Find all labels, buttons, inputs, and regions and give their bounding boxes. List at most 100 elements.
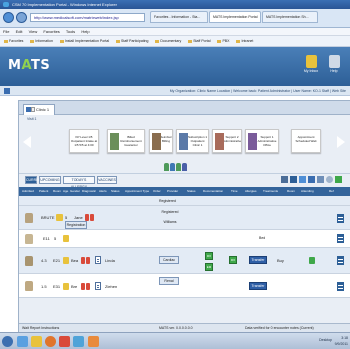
- ie-icon[interactable]: [17, 336, 28, 347]
- help-icon: [328, 55, 340, 68]
- schedule-card[interactable]: Support 1 Administrative Office: [245, 129, 279, 153]
- column-header[interactable]: Diagnostic: [82, 187, 96, 196]
- column-header[interactable]: Ref: [329, 187, 334, 196]
- tab-clinic[interactable]: Clinic 1: [23, 104, 55, 115]
- help-icon[interactable]: [326, 176, 333, 183]
- favorite-link[interactable]: Staff Participating: [116, 36, 148, 46]
- column-header[interactable]: Documentation: [203, 187, 223, 196]
- table-row[interactable]: 1.5 E31 Bre Ziehen Renal Transfer: [19, 274, 350, 298]
- menu-help[interactable]: Help: [81, 29, 89, 34]
- menu-favorites[interactable]: Favorites: [43, 29, 59, 34]
- column-header[interactable]: Admitted: [22, 187, 34, 196]
- tab-vaccines[interactable]: VACCINES: [97, 176, 117, 184]
- favorite-link[interactable]: Documentary: [155, 36, 181, 46]
- app-icon[interactable]: [59, 336, 70, 347]
- column-header[interactable]: Room: [287, 187, 295, 196]
- column-header[interactable]: Gender: [70, 187, 80, 196]
- em-badge[interactable]: EM: [205, 263, 213, 271]
- back-button[interactable]: [3, 12, 14, 23]
- column-header[interactable]: Age: [63, 187, 68, 196]
- inbox-button[interactable]: My Inbox: [302, 55, 320, 77]
- documents-icon[interactable]: [337, 234, 344, 243]
- table-row[interactable]: 4.3 E21 Bea Linda Cardiac RX EM RX Trans…: [19, 248, 350, 274]
- column-header[interactable]: Patient: [39, 187, 48, 196]
- table-row[interactable]: BRUTE 5 Jane Registration Registered Wil…: [19, 206, 350, 230]
- documents-icon[interactable]: [337, 282, 344, 291]
- transfer-button[interactable]: Transfer: [249, 256, 267, 264]
- column-header[interactable]: Appointment Type: [125, 187, 149, 196]
- system-tray[interactable]: Desktop: [319, 338, 332, 342]
- favorite-link[interactable]: Staff Portal: [188, 36, 210, 46]
- clock[interactable]: 3:18 9/9/2011: [335, 335, 348, 347]
- table-row[interactable]: Registered: [19, 196, 350, 206]
- documents-icon[interactable]: [337, 256, 344, 265]
- column-header[interactable]: Order: [153, 187, 161, 196]
- alert-chip: [81, 257, 85, 264]
- gender-cell: Bre: [71, 284, 78, 289]
- menu-view[interactable]: View: [29, 29, 38, 34]
- provider-cell[interactable]: Renal: [159, 277, 179, 285]
- favorite-link[interactable]: Install Implementation Portal: [60, 36, 109, 46]
- browser-tab-3[interactable]: MATS Implementation Sh...: [262, 11, 318, 23]
- favorite-link[interactable]: PBX: [217, 36, 229, 46]
- refresh-icon[interactable]: [335, 176, 342, 183]
- browser-tab-2[interactable]: MATS Implementation Portal: [209, 11, 261, 23]
- media-icon[interactable]: [45, 336, 56, 347]
- list-icon[interactable]: [290, 176, 297, 183]
- column-header[interactable]: Treatments: [263, 187, 278, 196]
- start-button[interactable]: [2, 336, 13, 347]
- column-header[interactable]: Provider: [167, 187, 178, 196]
- tab-todays-allergy[interactable]: TODAY'S ALLERGY: [63, 176, 95, 189]
- documents-icon[interactable]: [337, 214, 344, 223]
- home-icon[interactable]: [4, 88, 10, 94]
- app-logo: MATS: [8, 58, 51, 73]
- column-header[interactable]: Alerts: [99, 187, 107, 196]
- menu-tools[interactable]: Tools: [66, 29, 75, 34]
- favorite-link[interactable]: Intranet: [236, 36, 253, 46]
- schedule-card[interactable]: Appointment Scheduled Wait: [291, 129, 321, 153]
- rx-badge[interactable]: RX: [229, 256, 237, 264]
- settings-icon[interactable]: [317, 176, 324, 183]
- document-icon[interactable]: [95, 256, 101, 264]
- menu-file[interactable]: File: [3, 29, 9, 34]
- note-cell: Linda: [105, 258, 115, 263]
- schedule-card[interactable]: Billed Reimbursement Guarantor: [107, 129, 145, 153]
- favorite-link[interactable]: Information: [30, 36, 53, 46]
- transfer-button[interactable]: Transfer: [249, 282, 267, 290]
- provider-cell[interactable]: Cardiac: [159, 256, 179, 264]
- print-icon[interactable]: [281, 176, 288, 183]
- column-header[interactable]: Time: [231, 187, 238, 196]
- app-icon[interactable]: [73, 336, 84, 347]
- menu-edit[interactable]: Edit: [16, 29, 23, 34]
- scroll-right-arrow[interactable]: [337, 136, 345, 148]
- favorite-link[interactable]: Favorites: [4, 36, 23, 46]
- table-row[interactable]: E11 5 Bed: [19, 230, 350, 248]
- browser-tab-1[interactable]: Favorites - Information - Sta...: [150, 11, 208, 23]
- schedule-card[interactable]: KP Level 1/5 Outpatient Intake at 1/5 5/…: [69, 129, 99, 153]
- help-button[interactable]: Help: [325, 55, 343, 77]
- avatar: [25, 256, 33, 266]
- export-icon[interactable]: [308, 176, 315, 183]
- column-header[interactable]: Allergies: [245, 187, 257, 196]
- column-header[interactable]: Attending: [301, 187, 314, 196]
- tab-upcoming[interactable]: UPCOMING: [39, 176, 61, 184]
- grid-icon[interactable]: [299, 176, 306, 183]
- folder-icon[interactable]: [31, 336, 42, 347]
- rx-badge[interactable]: RX: [205, 252, 213, 260]
- column-header[interactable]: Status: [111, 187, 120, 196]
- schedule-card[interactable]: Support 2 Administrative: [212, 129, 242, 153]
- column-header[interactable]: Room: [53, 187, 61, 196]
- app-icon[interactable]: [88, 336, 99, 347]
- schedule-card[interactable]: Reimbursement Billing: [149, 129, 173, 153]
- column-header[interactable]: Status: [187, 187, 196, 196]
- tab-current[interactable]: CURRENT: [25, 176, 43, 184]
- alert-chip: [85, 214, 89, 221]
- forward-button[interactable]: [16, 12, 27, 23]
- status-button[interactable]: Registration: [65, 221, 87, 229]
- scroll-left-arrow[interactable]: [23, 136, 31, 148]
- card-photo: [248, 133, 257, 150]
- schedule-card[interactable]: Subscription 1 Outpatient Clinic 1: [176, 129, 209, 153]
- gender-cell: Bea: [71, 258, 79, 263]
- document-icon[interactable]: [95, 282, 101, 290]
- address-bar[interactable]: http://www.medicalsoft.com/matrixweb/ind…: [30, 13, 145, 22]
